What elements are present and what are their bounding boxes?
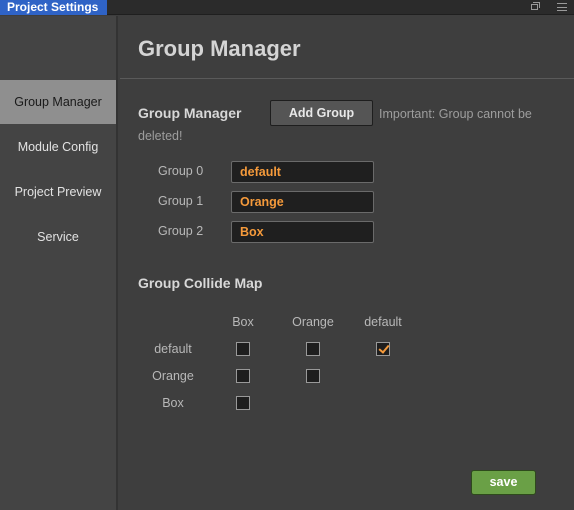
collide-checkbox-orange-orange[interactable]: [306, 369, 320, 383]
sidebar-item-service[interactable]: Service: [0, 215, 116, 259]
collide-row-default: default: [154, 342, 192, 356]
group-1-input[interactable]: [231, 191, 374, 213]
collide-checkbox-default-default[interactable]: [376, 342, 390, 356]
title-bar: Project Settings: [0, 0, 574, 15]
collide-map-heading: Group Collide Map: [138, 275, 263, 291]
collide-col-box: Box: [232, 315, 254, 329]
group-2-input[interactable]: [231, 221, 374, 243]
group-1-label: Group 1: [158, 194, 204, 208]
collide-row-orange: Orange: [152, 369, 194, 383]
sidebar: Group Manager Module Config Project Prev…: [0, 16, 118, 510]
add-group-button[interactable]: Add Group: [270, 100, 373, 126]
group-0-label: Group 0: [158, 164, 204, 178]
collide-checkbox-default-box[interactable]: [236, 342, 250, 356]
collide-checkbox-box-box[interactable]: [236, 396, 250, 410]
collide-row-box: Box: [162, 396, 184, 410]
main-panel: Group Manager Group Manager Add Group Im…: [120, 16, 574, 510]
group-manager-heading: Group Manager: [138, 105, 242, 121]
restore-icon[interactable]: [530, 1, 542, 13]
group-0-input[interactable]: [231, 161, 374, 183]
sidebar-item-module-config[interactable]: Module Config: [0, 125, 116, 169]
tab-project-settings[interactable]: Project Settings: [0, 0, 107, 15]
sidebar-item-project-preview[interactable]: Project Preview: [0, 170, 116, 214]
collide-checkbox-default-orange[interactable]: [306, 342, 320, 356]
page-header: Group Manager: [120, 16, 574, 79]
collide-col-default: default: [364, 315, 402, 329]
sidebar-item-group-manager[interactable]: Group Manager: [0, 80, 116, 124]
page-title: Group Manager: [138, 36, 301, 61]
collide-col-orange: Orange: [292, 315, 334, 329]
group-2-label: Group 2: [158, 224, 204, 238]
menu-icon[interactable]: [556, 1, 568, 13]
group-note-line1: Important: Group cannot be: [379, 107, 532, 121]
collide-checkbox-orange-box[interactable]: [236, 369, 250, 383]
save-button[interactable]: save: [471, 470, 536, 495]
group-note-line2: deleted!: [138, 129, 183, 143]
